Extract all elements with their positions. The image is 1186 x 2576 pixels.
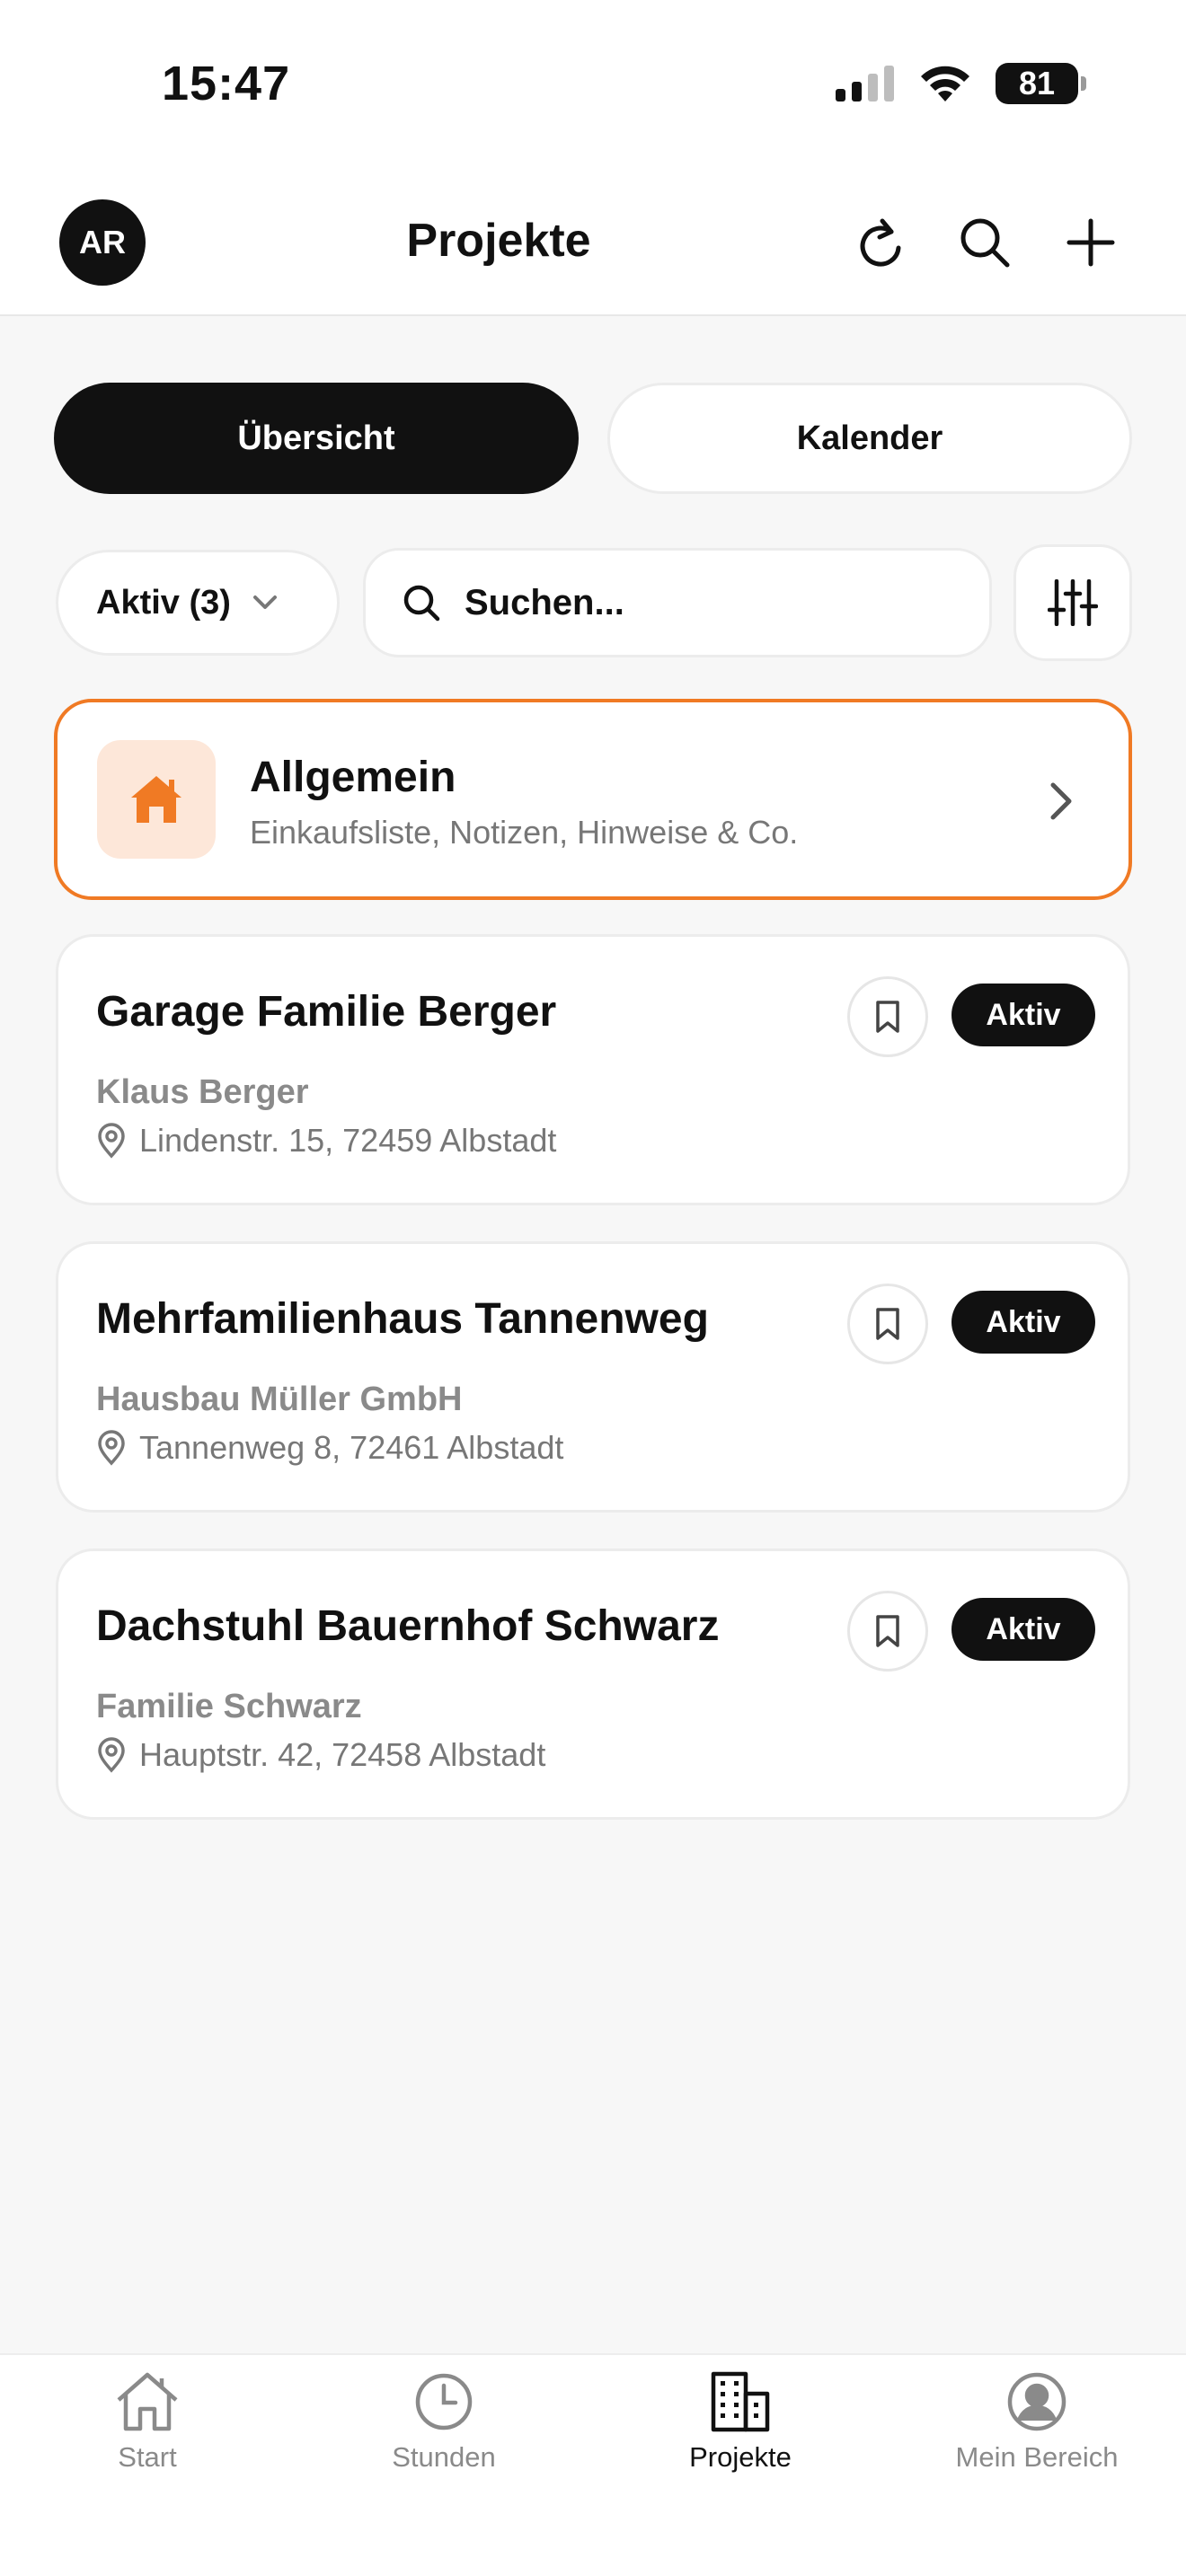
refresh-icon bbox=[860, 218, 901, 267]
filter-settings-button[interactable] bbox=[1013, 544, 1132, 661]
battery-indicator: 81 bbox=[996, 63, 1086, 104]
project-title: Mehrfamilienhaus Tannenweg bbox=[96, 1295, 709, 1343]
bookmark-icon bbox=[876, 1308, 899, 1340]
bookmark-button[interactable] bbox=[847, 976, 928, 1057]
search-button[interactable] bbox=[949, 207, 1021, 278]
project-title: Garage Familie Berger bbox=[96, 988, 557, 1036]
general-subtitle: Einkaufsliste, Notizen, Hinweise & Co. bbox=[250, 814, 799, 851]
user-circle-icon bbox=[1007, 2372, 1067, 2431]
project-card[interactable]: Mehrfamilienhaus Tannenweg Aktiv Hausbau… bbox=[56, 1241, 1130, 1513]
nav-label: Projekte bbox=[689, 2441, 792, 2473]
project-address-text: Hauptstr. 42, 72458 Albstadt bbox=[139, 1736, 546, 1773]
add-project-button[interactable] bbox=[1055, 207, 1127, 278]
bookmark-button[interactable] bbox=[847, 1284, 928, 1364]
project-title: Dachstuhl Bauernhof Schwarz bbox=[96, 1602, 720, 1650]
app-header: AR Projekte bbox=[0, 180, 1186, 316]
project-address: Hauptstr. 42, 72458 Albstadt bbox=[96, 1736, 545, 1774]
project-client: Klaus Berger bbox=[96, 1073, 309, 1111]
status-badge: Aktiv bbox=[951, 984, 1095, 1046]
tab-overview[interactable]: Übersicht bbox=[54, 383, 579, 494]
sliders-icon bbox=[1048, 579, 1098, 626]
nav-item-mein-bereich[interactable]: Mein Bereich bbox=[920, 2368, 1154, 2493]
search-field[interactable] bbox=[363, 548, 992, 657]
search-icon bbox=[960, 218, 1010, 268]
location-pin-icon bbox=[98, 1430, 125, 1466]
status-badge: Aktiv bbox=[951, 1291, 1095, 1354]
nav-label: Stunden bbox=[392, 2441, 496, 2473]
clock-icon bbox=[415, 2373, 473, 2430]
project-address-text: Lindenstr. 15, 72459 Albstadt bbox=[139, 1122, 557, 1159]
status-filter-label: Aktiv (3) bbox=[96, 583, 231, 622]
bookmark-icon bbox=[876, 1615, 899, 1647]
search-icon bbox=[403, 585, 440, 622]
status-bar: 15:47 81 bbox=[0, 0, 1186, 180]
general-card[interactable]: Allgemein Einkaufsliste, Notizen, Hinwei… bbox=[54, 699, 1132, 900]
status-badge: Aktiv bbox=[951, 1598, 1095, 1661]
project-address: Tannenweg 8, 72461 Albstadt bbox=[96, 1429, 563, 1467]
general-icon-tile bbox=[97, 740, 216, 859]
nav-item-stunden[interactable]: Stunden bbox=[327, 2368, 561, 2493]
chevron-right-icon bbox=[1050, 782, 1072, 820]
location-pin-icon bbox=[98, 1737, 125, 1773]
general-title: Allgemein bbox=[250, 754, 456, 801]
nav-label: Start bbox=[118, 2441, 177, 2473]
home-icon bbox=[131, 776, 181, 823]
bottom-navigation: Start Stunden Projekte Mein Bereich bbox=[0, 2353, 1186, 2576]
status-filter-dropdown[interactable]: Aktiv (3) bbox=[56, 550, 340, 656]
nav-item-start[interactable]: Start bbox=[31, 2368, 264, 2493]
refresh-button[interactable] bbox=[845, 207, 916, 278]
project-address-text: Tannenweg 8, 72461 Albstadt bbox=[139, 1429, 564, 1466]
bookmark-button[interactable] bbox=[847, 1591, 928, 1672]
building-icon bbox=[711, 2371, 770, 2432]
project-card[interactable]: Garage Familie Berger Aktiv Klaus Berger… bbox=[56, 934, 1130, 1205]
search-input[interactable] bbox=[465, 582, 950, 623]
project-card[interactable]: Dachstuhl Bauernhof Schwarz Aktiv Famili… bbox=[56, 1548, 1130, 1820]
plus-icon bbox=[1067, 218, 1115, 267]
project-client: Hausbau Müller GmbH bbox=[96, 1381, 463, 1418]
nav-item-projekte[interactable]: Projekte bbox=[624, 2368, 857, 2493]
location-pin-icon bbox=[98, 1123, 125, 1159]
bookmark-icon bbox=[876, 1001, 899, 1033]
project-client: Familie Schwarz bbox=[96, 1688, 362, 1725]
home-icon bbox=[117, 2372, 178, 2431]
project-address: Lindenstr. 15, 72459 Albstadt bbox=[96, 1122, 556, 1160]
chevron-down-icon bbox=[252, 595, 277, 609]
tab-calendar[interactable]: Kalender bbox=[607, 383, 1132, 494]
cellular-signal-icon bbox=[836, 66, 894, 101]
wifi-icon bbox=[921, 66, 969, 101]
nav-label: Mein Bereich bbox=[955, 2441, 1119, 2473]
status-time: 15:47 bbox=[162, 57, 291, 110]
